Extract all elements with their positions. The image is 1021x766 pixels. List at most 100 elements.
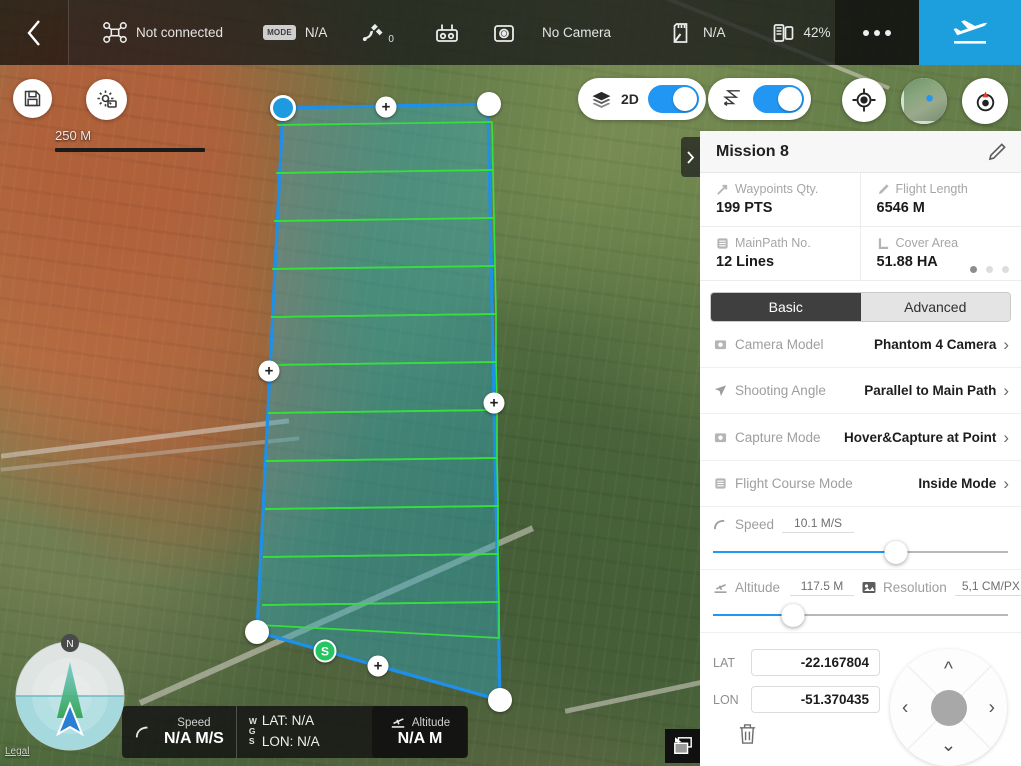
trash-icon (737, 723, 758, 746)
toggle-flight-path[interactable] (708, 78, 811, 120)
row-camera-model-label: Camera Model (735, 337, 824, 352)
lon-input[interactable]: -51.370435 (751, 686, 880, 713)
altitude-slider[interactable] (713, 602, 1008, 628)
locate-target-icon (851, 87, 877, 113)
row-shooting-angle[interactable]: Shooting Angle Parallel to Main Path › (700, 368, 1021, 414)
dpad-center-icon[interactable] (931, 690, 967, 726)
speed-value[interactable]: 10.1 M/S (782, 516, 854, 533)
altitude-icon (713, 582, 728, 594)
tab-advanced[interactable]: Advanced (861, 293, 1011, 321)
add-vertex-handle[interactable]: + (368, 656, 389, 677)
status-mode-label: N/A (305, 25, 328, 40)
pencil-icon (988, 142, 1007, 161)
drone-mission-planner-screen: + + + + S 250 M 2D (0, 0, 1021, 766)
takeoff-button[interactable] (919, 0, 1021, 65)
telemetry-altitude: Altitude N/A M (372, 706, 468, 758)
row-capture-mode-label: Capture Mode (735, 430, 821, 445)
row-shooting-angle-label: Shooting Angle (735, 383, 826, 398)
speed-icon (134, 724, 152, 740)
toggle-2d-switch[interactable] (648, 85, 699, 113)
add-vertex-handle[interactable]: + (259, 361, 280, 382)
status-camera[interactable]: No Camera (492, 22, 611, 44)
polygon-vertex-handle[interactable] (477, 92, 501, 116)
status-remote-controller[interactable] (434, 22, 460, 44)
svg-text:N: N (66, 639, 73, 650)
picture-in-picture-button[interactable] (665, 729, 700, 763)
home-point-button[interactable] (962, 78, 1008, 124)
stat-mainpath: MainPath No. 12 Lines (700, 227, 861, 281)
chevron-right-icon: › (1003, 382, 1009, 399)
drone-icon (103, 22, 127, 43)
stat-flight-length: Flight Length 6546 M (861, 173, 1021, 227)
add-vertex-handle[interactable]: + (484, 393, 505, 414)
chevron-right-icon: › (1003, 336, 1009, 353)
ellipsis-icon (863, 30, 891, 36)
layers-icon (591, 91, 612, 108)
polygon-vertex-handle[interactable] (488, 688, 512, 712)
picture-in-picture-icon (672, 736, 694, 756)
dpad-right-button[interactable]: › (989, 698, 995, 717)
camera-icon (714, 431, 727, 444)
collapse-panel-button[interactable] (681, 137, 700, 177)
delete-waypoint-button[interactable] (737, 723, 880, 746)
speed-slider-block: Speed 10.1 M/S (700, 507, 1021, 570)
speed-icon (713, 518, 728, 531)
polygon-vertex-handle[interactable] (270, 95, 296, 121)
row-flight-course-mode[interactable]: Flight Course Mode Inside Mode › (700, 461, 1021, 507)
scale-bar-line (55, 148, 205, 152)
airplane-takeoff-icon (949, 17, 991, 49)
waypoint-coordinates: LAT -22.167804 LON -51.370435 ^ (700, 633, 1021, 766)
status-drone-connection[interactable]: Not connected (103, 22, 223, 43)
start-point-marker[interactable]: S (314, 640, 337, 663)
mission-settings-button[interactable] (86, 79, 127, 120)
status-battery-label: 42% (804, 25, 831, 40)
more-options-button[interactable] (835, 0, 919, 65)
row-flight-course-mode-label: Flight Course Mode (735, 476, 853, 491)
legal-link[interactable]: Legal (5, 746, 29, 757)
mainpath-icon (716, 237, 729, 250)
waypoint-dpad[interactable]: ^ ⌄ ‹ › (890, 649, 1007, 766)
flight-path-icon (721, 89, 744, 109)
stats-pagination[interactable] (970, 266, 1009, 273)
settings-tabs: Basic Advanced (710, 292, 1011, 322)
locate-aircraft-button[interactable] (842, 78, 886, 122)
toggle-path-switch[interactable] (753, 85, 804, 113)
map-layer-button[interactable] (901, 78, 947, 124)
row-camera-model[interactable]: Camera Model Phantom 4 Camera › (700, 322, 1021, 368)
edit-mission-button[interactable] (988, 142, 1007, 161)
status-flight-mode[interactable]: MODE N/A (263, 25, 327, 40)
resolution-icon (862, 581, 876, 594)
status-storage[interactable]: N/A (671, 22, 726, 44)
lon-row: LON -51.370435 (713, 686, 880, 713)
telemetry-altitude-value: N/A M (390, 730, 450, 748)
back-button[interactable] (0, 0, 68, 65)
polygon-vertex-handle[interactable] (245, 620, 269, 644)
lat-row: LAT -22.167804 (713, 649, 880, 676)
speed-slider[interactable] (713, 539, 1008, 565)
mission-stats: Waypoints Qty. 199 PTS Flight Length 654… (700, 173, 1021, 281)
row-shooting-angle-value: Parallel to Main Path (864, 383, 996, 398)
status-gps[interactable]: 0 (361, 20, 394, 45)
add-vertex-handle[interactable]: + (376, 97, 397, 118)
save-disk-icon (22, 88, 43, 109)
map-thumbnail-icon (901, 78, 947, 124)
dpad-down-button[interactable]: ⌄ (941, 736, 957, 755)
status-storage-label: N/A (703, 25, 726, 40)
chevron-right-icon: › (1003, 475, 1009, 492)
row-camera-model-value: Phantom 4 Camera (874, 337, 996, 352)
cover-area-icon (877, 237, 890, 250)
toggle-2d-3d[interactable]: 2D (578, 78, 706, 120)
tab-basic[interactable]: Basic (711, 293, 861, 321)
lon-label: LON (713, 693, 743, 707)
lat-input[interactable]: -22.167804 (751, 649, 880, 676)
altitude-value[interactable]: 117.5 M (790, 579, 854, 596)
dpad-left-button[interactable]: ‹ (902, 698, 908, 717)
row-capture-mode[interactable]: Capture Mode Hover&Capture at Point › (700, 414, 1021, 460)
dpad-up-button[interactable]: ^ (944, 660, 953, 679)
status-battery[interactable]: 42% (772, 22, 831, 44)
save-mission-button[interactable] (13, 79, 52, 118)
attitude-compass[interactable]: N (11, 634, 129, 752)
resolution-label: Resolution (883, 580, 947, 595)
remote-controller-icon (434, 22, 460, 44)
compass-icon: N (11, 634, 129, 752)
